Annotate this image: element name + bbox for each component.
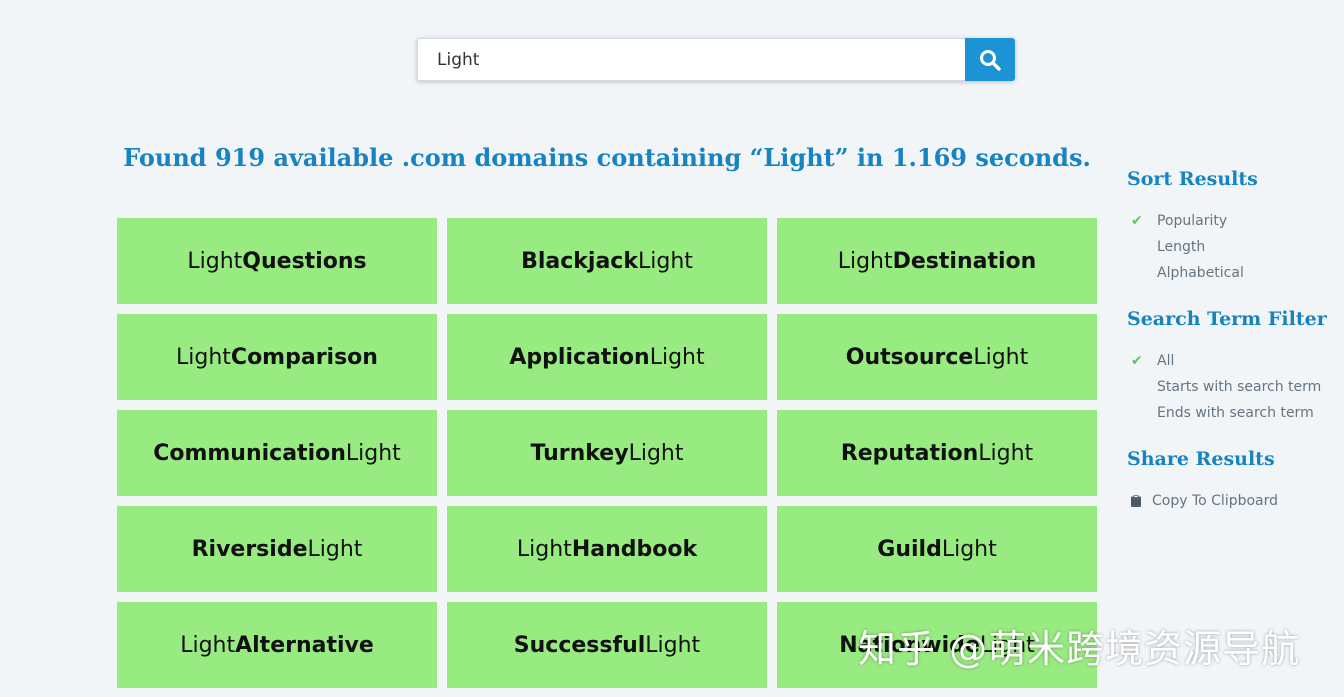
filter-option-ends-with[interactable]: Ends with search term — [1127, 400, 1337, 426]
domain-keyword: Questions — [242, 248, 367, 274]
domain-suffix: Light — [973, 344, 1029, 370]
domain-keyword: Guild — [877, 536, 942, 562]
sort-results-title: Sort Results — [1127, 168, 1258, 190]
share-results-title: Share Results — [1127, 448, 1275, 470]
filter-option-label: Ends with search term — [1157, 405, 1314, 421]
sort-option-label: Alphabetical — [1157, 265, 1244, 281]
filter-option-label: All — [1157, 353, 1175, 369]
sort-option-length[interactable]: Length — [1127, 234, 1337, 260]
domain-tile[interactable]: Light Alternative — [117, 602, 437, 688]
domain-prefix: Light — [516, 536, 572, 562]
filter-option-starts-with[interactable]: Starts with search term — [1127, 374, 1337, 400]
clipboard-icon — [1131, 495, 1141, 507]
domain-prefix: Light — [837, 248, 893, 274]
domain-keyword: Handbook — [571, 536, 698, 562]
filter-option-all[interactable]: ✔ All — [1127, 348, 1337, 374]
domain-keyword: Riverside — [191, 536, 308, 562]
results-summary: Found 919 available .com domains contain… — [123, 143, 1091, 172]
share-options: Copy To Clipboard — [1127, 488, 1337, 514]
domain-keyword: Turnkey — [530, 440, 629, 466]
search-button[interactable] — [965, 38, 1015, 81]
domain-suffix: Light — [978, 440, 1034, 466]
domain-tile[interactable]: Light Questions — [117, 218, 437, 304]
domain-keyword: Application — [509, 344, 650, 370]
domain-keyword: Alternative — [235, 632, 374, 658]
check-icon: ✔ — [1131, 213, 1143, 229]
domain-tile[interactable]: Light Comparison — [117, 314, 437, 400]
filter-option-label: Starts with search term — [1157, 379, 1322, 395]
domain-tile[interactable]: Reputation Light — [777, 410, 1097, 496]
search-icon — [980, 49, 1001, 71]
sidebar: Sort Results ✔ Popularity Length Alphabet… — [1127, 168, 1337, 514]
domain-keyword: Comparison — [230, 344, 378, 370]
domain-tile[interactable]: Blackjack Light — [447, 218, 767, 304]
check-icon: ✔ — [1131, 353, 1143, 369]
domain-tile[interactable]: Light Handbook — [447, 506, 767, 592]
copy-to-clipboard-label: Copy To Clipboard — [1152, 493, 1279, 509]
filter-options: ✔ All Starts with search term Ends with s… — [1127, 348, 1337, 426]
domain-tile[interactable]: Application Light — [447, 314, 767, 400]
domain-suffix: Light — [645, 632, 701, 658]
watermark: 知乎 @萌米跨境资源导航 — [858, 627, 1301, 671]
sort-option-popularity[interactable]: ✔ Popularity — [1127, 208, 1337, 234]
domain-suffix: Light — [649, 344, 705, 370]
domain-tile[interactable]: Successful Light — [447, 602, 767, 688]
domain-suffix: Light — [628, 440, 684, 466]
search-bar — [417, 38, 1015, 81]
sort-option-label: Popularity — [1157, 213, 1228, 229]
domain-keyword: Reputation — [840, 440, 979, 466]
domain-suffix: Light — [345, 440, 401, 466]
domain-suffix: Light — [941, 536, 997, 562]
domain-tile[interactable]: Communication Light — [117, 410, 437, 496]
domain-keyword: Successful — [513, 632, 646, 658]
domain-prefix: Light — [176, 344, 231, 370]
domain-keyword: Blackjack — [521, 248, 638, 274]
domain-tile[interactable]: Guild Light — [777, 506, 1097, 592]
domain-tile[interactable]: Turnkey Light — [447, 410, 767, 496]
domain-prefix: Light — [180, 632, 236, 658]
sort-option-alphabetical[interactable]: Alphabetical — [1127, 260, 1337, 286]
domain-tile[interactable]: Light Destination — [777, 218, 1097, 304]
domain-keyword: Outsource — [845, 344, 974, 370]
domain-prefix: Light — [187, 248, 243, 274]
domain-tile[interactable]: Riverside Light — [117, 506, 437, 592]
domain-keyword: Destination — [892, 248, 1037, 274]
sort-options: ✔ Popularity Length Alphabetical — [1127, 208, 1337, 286]
sort-option-label: Length — [1157, 239, 1206, 255]
domain-suffix: Light — [637, 248, 693, 274]
domain-suffix: Light — [307, 536, 363, 562]
search-input[interactable] — [417, 38, 965, 81]
domain-tile[interactable]: Outsource Light — [777, 314, 1097, 400]
copy-to-clipboard-button[interactable]: Copy To Clipboard — [1127, 488, 1337, 514]
domain-keyword: Communication — [153, 440, 346, 466]
search-term-filter-title: Search Term Filter — [1127, 308, 1327, 330]
